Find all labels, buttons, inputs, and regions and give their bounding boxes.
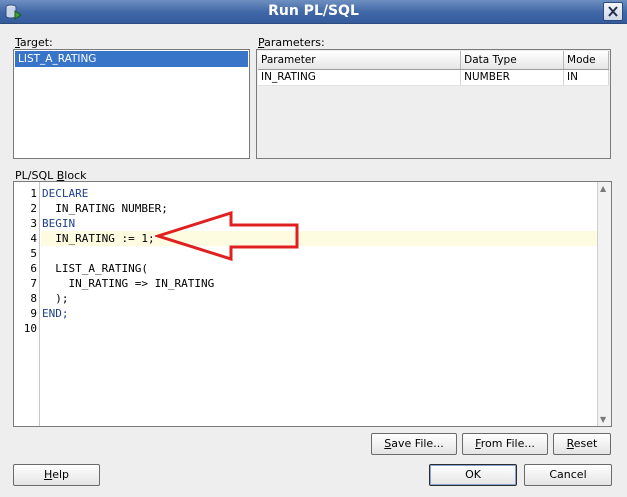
save-file-button[interactable]: Save File... (371, 433, 457, 455)
cell-parameter[interactable]: IN_RATING (258, 69, 462, 86)
target-label: Target: (15, 36, 53, 49)
code-line[interactable]: IN_RATING => IN_RATING (41, 276, 598, 291)
code-line[interactable]: BEGIN (41, 216, 598, 231)
code-line[interactable]: LIST_A_RATING( (41, 261, 598, 276)
line-number: 5 (30, 247, 37, 260)
scroll-down-icon[interactable]: ▼ (600, 415, 606, 424)
line-number: 7 (30, 277, 37, 290)
line-number: 1 (30, 187, 37, 200)
code-line-current[interactable]: IN_RATING := 1; (41, 231, 598, 246)
line-number: 9 (30, 307, 37, 320)
cancel-button[interactable]: Cancel (524, 464, 612, 486)
column-header-parameter[interactable]: Parameter (258, 51, 462, 70)
code-line[interactable]: END; (41, 306, 598, 321)
line-number-gutter: 1 2 3 4 5 6 7 8 9 10 (14, 182, 40, 426)
parameters-table-container: Parameter Data Type Mode IN_RATING NUMBE… (256, 49, 611, 159)
code-line[interactable]: DECLARE (41, 186, 598, 201)
close-x-icon (608, 6, 618, 17)
table-row[interactable]: IN_RATING NUMBER IN (258, 69, 609, 86)
code-line[interactable]: IN_RATING NUMBER; (41, 201, 598, 216)
cell-mode[interactable]: IN (563, 69, 609, 86)
line-number: 3 (30, 217, 37, 230)
title-bar[interactable]: Run PL/SQL (0, 0, 627, 24)
window-title: Run PL/SQL (268, 3, 359, 19)
code-line[interactable] (41, 246, 598, 261)
scroll-up-icon[interactable]: ▲ (600, 184, 606, 193)
line-number: 2 (30, 202, 37, 215)
from-file-button[interactable]: From File... (462, 433, 548, 455)
code-line[interactable] (41, 321, 598, 336)
editor-vertical-scrollbar[interactable]: ▲ ▼ (597, 182, 611, 426)
line-number: 6 (30, 262, 37, 275)
parameters-table: Parameter Data Type Mode IN_RATING NUMBE… (258, 51, 609, 86)
column-header-mode[interactable]: Mode (563, 51, 609, 70)
annotation-arrow-icon (155, 211, 299, 261)
ok-button[interactable]: OK (429, 464, 517, 486)
help-button[interactable]: Help (13, 464, 100, 486)
close-button[interactable] (603, 2, 623, 21)
reset-button[interactable]: Reset (553, 433, 611, 455)
run-plsql-dialog: Run PL/SQL Target: LIST_A_RATING Paramet… (0, 0, 627, 497)
column-header-data-type[interactable]: Data Type (460, 51, 565, 70)
target-item-list-a-rating[interactable]: LIST_A_RATING (15, 51, 248, 67)
target-list[interactable]: LIST_A_RATING (13, 49, 250, 159)
code-line[interactable]: ); (41, 291, 598, 306)
parameters-label: Parameters: (258, 36, 325, 49)
line-number: 4 (30, 232, 37, 245)
cell-data-type[interactable]: NUMBER (460, 69, 565, 86)
plsql-code-editor[interactable]: 1 2 3 4 5 6 7 8 9 10 DECLARE IN_RATING N… (13, 181, 612, 427)
line-number: 8 (30, 292, 37, 305)
line-number: 10 (23, 322, 37, 335)
